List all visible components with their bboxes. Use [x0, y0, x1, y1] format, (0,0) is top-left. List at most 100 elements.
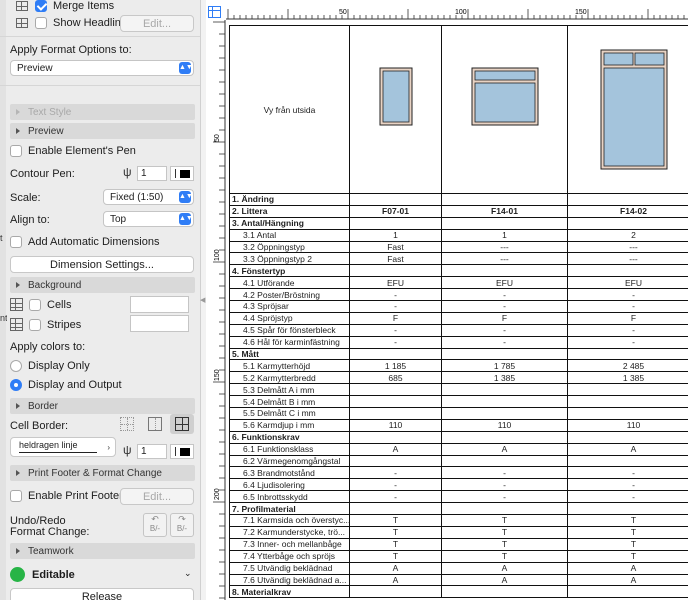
border-outer-icon[interactable] — [148, 417, 162, 431]
cell-value[interactable]: - — [567, 478, 688, 492]
cell-value[interactable]: F14-01 — [441, 204, 568, 218]
cell-value[interactable]: A — [441, 442, 568, 456]
cell-value[interactable]: T — [441, 537, 568, 551]
cell-value[interactable]: - — [567, 466, 688, 480]
cell-value[interactable]: - — [349, 288, 442, 302]
cell-value[interactable]: 1 785 — [441, 359, 568, 373]
cell-value[interactable]: T — [567, 549, 688, 563]
cell-value[interactable]: - — [349, 490, 442, 504]
cell-value[interactable]: T — [567, 514, 688, 527]
border-pen-swatch[interactable] — [170, 444, 194, 459]
section-teamwork[interactable]: Teamwork — [10, 543, 195, 559]
cell-value[interactable]: 1 185 — [349, 359, 442, 373]
cell-value[interactable]: - — [349, 323, 442, 337]
row-label[interactable]: 5.6 Karmdjup i mm — [229, 418, 350, 432]
preview-cell-F07-01[interactable] — [349, 25, 442, 194]
section-preview[interactable]: Preview — [10, 123, 195, 139]
cell-value[interactable]: - — [349, 335, 442, 349]
cell-value[interactable]: --- — [567, 240, 688, 254]
cell-value[interactable]: T — [349, 514, 442, 527]
row-label[interactable]: 7.4 Ytterbåge och spröjs — [229, 549, 350, 563]
cell-value[interactable] — [349, 407, 442, 420]
cell-value[interactable]: 685 — [349, 371, 442, 385]
edge-tab[interactable]: nt — [0, 313, 7, 323]
dimension-settings-button[interactable]: Dimension Settings... — [10, 256, 194, 273]
cell-value[interactable]: F — [567, 311, 688, 325]
cell-value[interactable] — [567, 407, 688, 420]
cell-value[interactable]: - — [349, 300, 442, 313]
row-label[interactable]: 3.3 Öppningstyp 2 — [229, 252, 350, 266]
row-label[interactable]: 7.1 Karmsida och överstyc... — [229, 514, 350, 527]
row-label[interactable]: 4.1 Utförande — [229, 276, 350, 290]
cell-value[interactable] — [349, 454, 442, 468]
row-label[interactable]: 4.5 Spår för fönsterbleck — [229, 323, 350, 337]
row-label[interactable]: 5.4 Delmått B i mm — [229, 395, 350, 409]
cell-value[interactable]: 110 — [441, 418, 568, 432]
row-label[interactable]: 4.4 Spröjstyp — [229, 311, 350, 325]
display-only-radio[interactable] — [10, 360, 22, 372]
row-label[interactable]: 5.3 Delmått A i mm — [229, 383, 350, 397]
row-label[interactable]: 4.3 Spröjsar — [229, 300, 350, 313]
cell-value[interactable]: 110 — [567, 418, 688, 432]
row-label[interactable]: 6.5 Inbrottsskydd — [229, 490, 350, 504]
cell-value[interactable]: --- — [441, 252, 568, 266]
row-label[interactable]: 6. Funktionskrav — [229, 430, 350, 444]
cell-value[interactable] — [567, 264, 688, 278]
cell-value[interactable]: A — [567, 442, 688, 456]
row-label[interactable]: 6.4 Ljudisolering — [229, 478, 350, 492]
cell-value[interactable] — [441, 193, 568, 206]
row-label[interactable]: 4. Fönstertyp — [229, 264, 350, 278]
border-pen-input[interactable]: 1 — [137, 444, 167, 459]
cell-value[interactable] — [441, 264, 568, 278]
row-label[interactable]: 4.2 Poster/Bröstning — [229, 288, 350, 302]
cell-value[interactable]: - — [441, 300, 568, 313]
cell-value[interactable]: EFU — [349, 276, 442, 290]
cell-value[interactable]: 1 — [349, 228, 442, 242]
cell-value[interactable]: F14-02 — [567, 204, 688, 218]
cell-value[interactable] — [441, 216, 568, 230]
cell-value[interactable]: --- — [441, 240, 568, 254]
cell-value[interactable] — [441, 454, 568, 468]
row-label[interactable]: 6.3 Brandmotstånd — [229, 466, 350, 480]
cell-value[interactable] — [349, 585, 442, 599]
cell-value[interactable]: F07-01 — [349, 204, 442, 218]
cell-value[interactable]: Fast — [349, 240, 442, 254]
row-label[interactable]: 7. Profilmaterial — [229, 502, 350, 516]
stripes-checkbox[interactable] — [29, 318, 41, 331]
cell-value[interactable] — [567, 347, 688, 361]
cell-value[interactable] — [567, 383, 688, 397]
cell-value[interactable]: - — [441, 288, 568, 302]
cell-value[interactable]: EFU — [567, 276, 688, 290]
row-label[interactable]: 7.5 Utvändig beklädnad — [229, 561, 350, 575]
cells-checkbox[interactable] — [29, 298, 41, 311]
preview-cell-F14-02[interactable] — [567, 25, 688, 194]
cell-value[interactable]: Fast — [349, 252, 442, 266]
cell-value[interactable] — [567, 585, 688, 599]
redo-format-button[interactable]: ↷ B/- — [170, 513, 194, 537]
cell-value[interactable]: A — [349, 573, 442, 587]
cell-value[interactable]: - — [567, 300, 688, 313]
cell-value[interactable]: A — [441, 561, 568, 575]
row-label[interactable]: 6.1 Funktionsklass — [229, 442, 350, 456]
cell-value[interactable]: - — [441, 335, 568, 349]
cell-value[interactable] — [567, 216, 688, 230]
cell-value[interactable]: F — [349, 311, 442, 325]
cell-value[interactable]: F — [441, 311, 568, 325]
cell-value[interactable] — [441, 383, 568, 397]
cell-value[interactable] — [349, 193, 442, 206]
cell-value[interactable] — [349, 502, 442, 516]
cell-value[interactable]: - — [567, 490, 688, 504]
cell-value[interactable]: - — [441, 490, 568, 504]
row-label[interactable]: 7.3 Inner- och mellanbåge — [229, 537, 350, 551]
row-label[interactable]: 7.2 Karmunderstycke, trö... — [229, 525, 350, 539]
undo-format-button[interactable]: ↶ B/- — [143, 513, 167, 537]
cell-value[interactable] — [441, 430, 568, 444]
cell-value[interactable] — [441, 502, 568, 516]
cell-value[interactable]: 110 — [349, 418, 442, 432]
border-none-icon[interactable] — [120, 417, 134, 431]
cell-value[interactable]: T — [349, 549, 442, 563]
cell-value[interactable]: A — [567, 573, 688, 587]
section-background[interactable]: Background — [10, 277, 195, 293]
row-label[interactable]: 7.6 Utvändig beklädnad a... — [229, 573, 350, 587]
row-label[interactable]: 5. Mått — [229, 347, 350, 361]
